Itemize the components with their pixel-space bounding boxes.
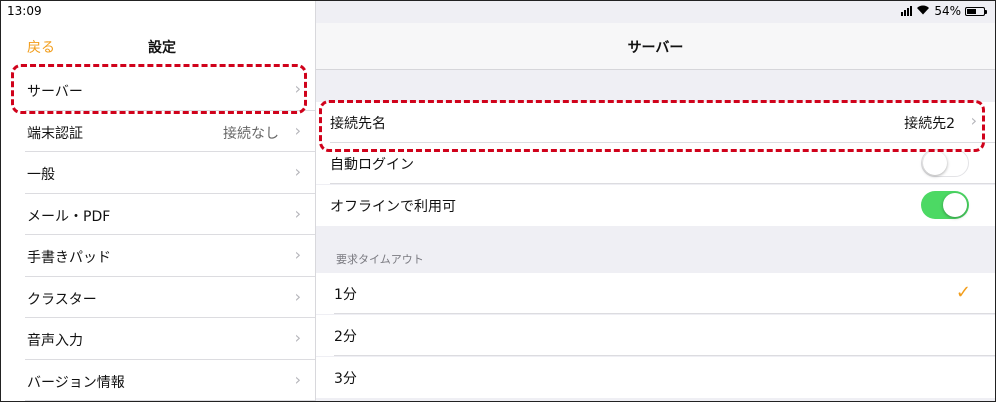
timeout-option-1min[interactable]: 1分 ✓ [316,273,995,314]
signal-icon [901,6,913,16]
checkmark-icon: ✓ [955,282,971,303]
sidebar-item-label: メール・PDF [27,208,111,225]
chevron-right-icon: › [294,120,301,140]
sidebar-item-mail-pdf[interactable]: メール・PDF › [25,194,315,235]
app-window: 戻る 設定 サーバー › 端末認証 接続なし › 一般 › メール・PDF › … [0,0,996,402]
server-settings-panel: サーバー 接続先名 接続先2 › 自動ログイン オフラインで利用可 要求タイムア… [316,1,995,401]
settings-sidebar: 戻る 設定 サーバー › 端末認証 接続なし › 一般 › メール・PDF › … [1,1,316,401]
chevron-right-icon: › [294,245,301,264]
status-bar: 13:09 54% [1,1,995,23]
battery-icon [965,6,987,16]
status-time: 13:09 [7,4,42,18]
sidebar-item-device-auth[interactable]: 端末認証 接続なし › [25,111,315,152]
sidebar-item-label: クラスター [27,291,97,308]
chevron-right-icon: › [294,369,301,389]
offline-label: オフラインで利用可 [330,199,456,215]
sidebar-header: 戻る 設定 [1,23,315,69]
auto-login-toggle[interactable] [921,149,969,177]
auto-login-label: 自動ログイン [330,157,414,173]
chevron-right-icon: › [294,162,301,181]
highlight-server-item [11,64,307,114]
panel-header: サーバー [316,23,995,70]
offline-row: オフラインで利用可 [316,185,995,226]
sidebar-item-general[interactable]: 一般 › [25,152,315,194]
battery-percent: 54% [934,4,961,18]
chevron-right-icon: › [294,203,301,223]
sidebar-item-handwriting-pad[interactable]: 手書きパッド › [25,235,315,277]
timeout-option-label: 2分 [334,329,357,345]
sidebar-item-label: 一般 [27,167,55,183]
timeout-option-2min[interactable]: 2分 [316,315,995,356]
offline-toggle[interactable] [921,191,969,219]
chevron-right-icon: › [294,328,301,347]
timeout-section-header: 要求タイムアウト [336,253,424,266]
timeout-option-label: 3分 [334,371,357,387]
sidebar-item-label: 音声入力 [27,333,83,349]
timeout-option-3min[interactable]: 3分 [316,357,995,398]
sidebar-item-value: 接続なし [223,125,279,142]
chevron-right-icon: › [294,286,301,306]
status-indicators: 54% [901,4,987,18]
toggle-knob [943,193,967,217]
sidebar-item-voice-input[interactable]: 音声入力 › [25,318,315,360]
sidebar-item-label: 端末認証 [27,125,83,142]
settings-list: サーバー › 端末認証 接続なし › 一般 › メール・PDF › 手書きパッド… [1,69,315,401]
sidebar-item-label: バージョン情報 [27,374,125,391]
sidebar-title: 設定 [148,40,176,56]
sidebar-item-cluster[interactable]: クラスター › [25,277,315,318]
toggle-knob [923,150,947,175]
sidebar-item-version[interactable]: バージョン情報 › [25,360,315,401]
sidebar-item-label: 手書きパッド [27,250,111,266]
panel-title: サーバー [627,40,684,56]
highlight-connection-row [319,100,985,152]
timeout-option-label: 1分 [334,287,357,303]
wifi-icon [916,4,930,18]
